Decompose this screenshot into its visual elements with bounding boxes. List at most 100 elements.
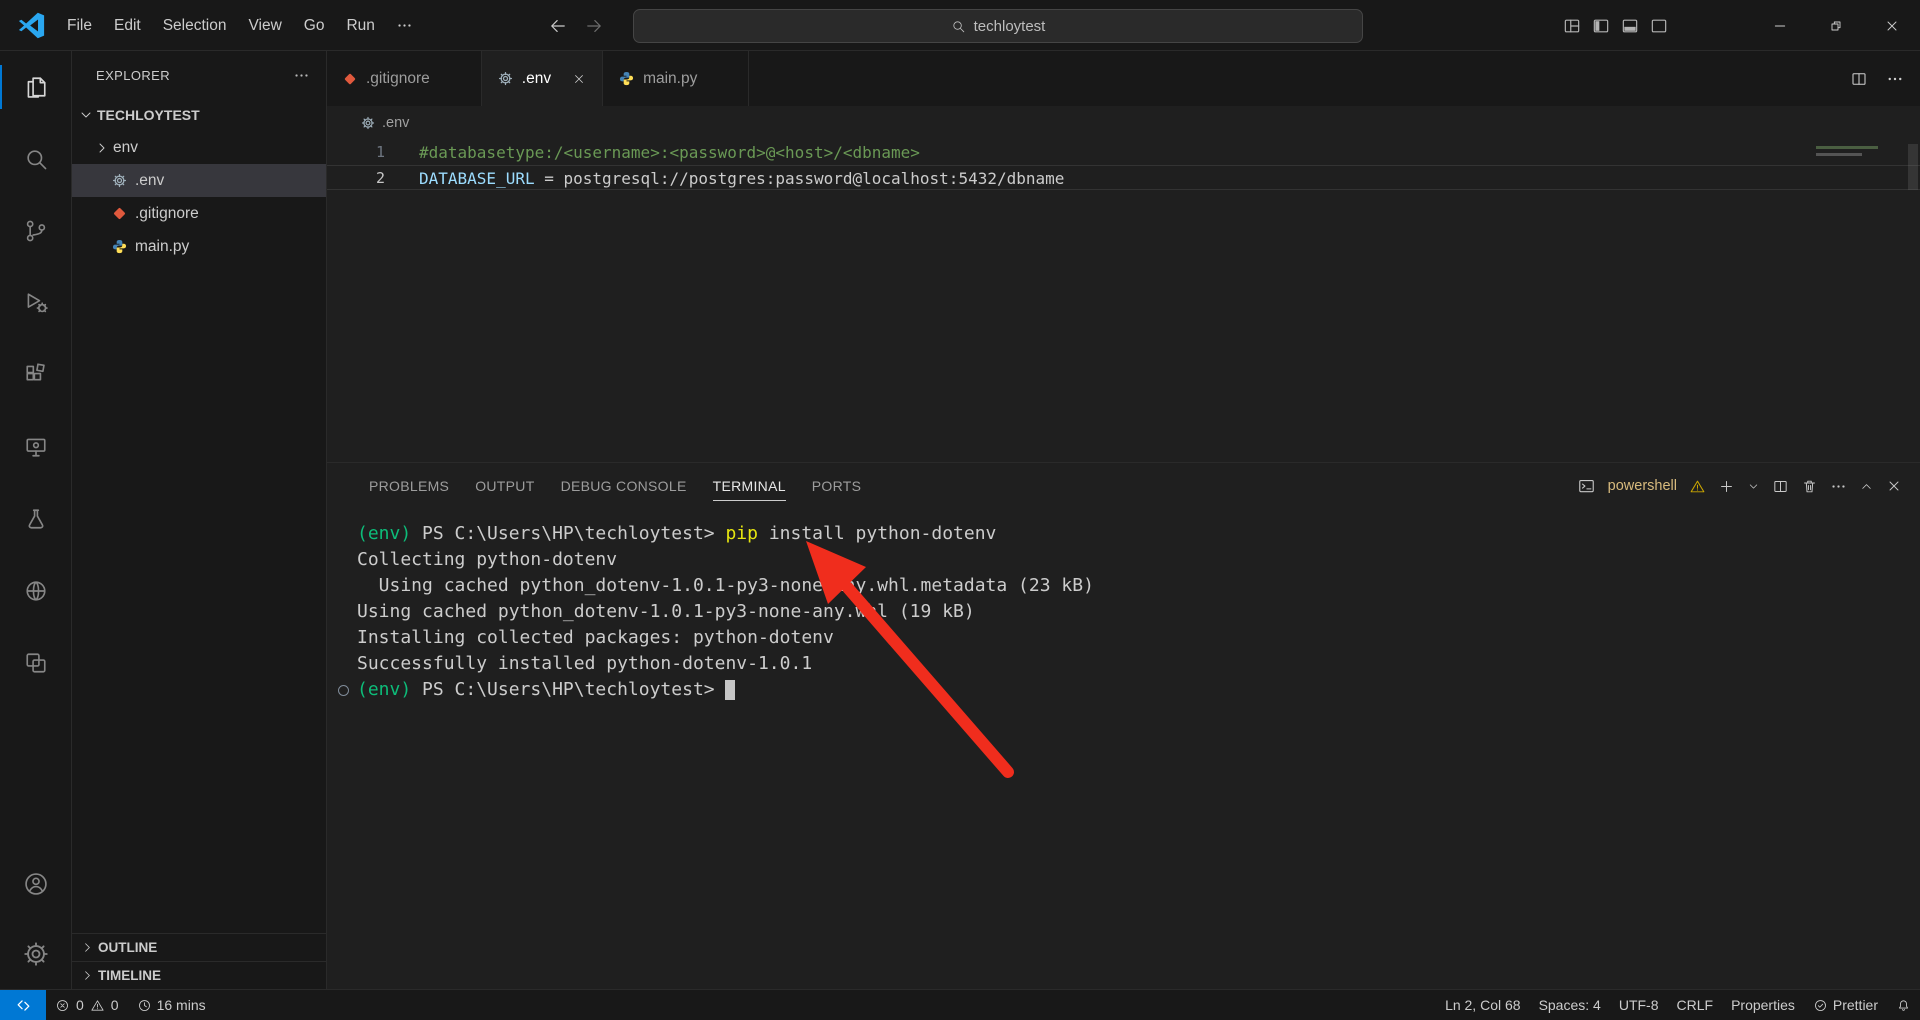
shell-label[interactable]: powershell xyxy=(1608,478,1677,494)
panel-tab-problems[interactable]: PROBLEMS xyxy=(356,463,462,509)
activity-bar xyxy=(0,51,72,989)
formatter-status[interactable]: Prettier xyxy=(1804,990,1887,1020)
split-terminal-icon[interactable] xyxy=(1772,478,1789,495)
editor-more-actions-icon[interactable] xyxy=(1886,70,1904,88)
breadcrumb-file: .env xyxy=(382,115,409,131)
python-file-icon xyxy=(112,239,127,254)
editor-area: .gitignore .env main.py .env 1# xyxy=(327,51,1920,989)
menu-item-file[interactable]: File xyxy=(56,9,103,43)
remote-explorer-icon[interactable] xyxy=(0,411,72,483)
accounts-icon[interactable] xyxy=(0,849,72,919)
close-panel-icon[interactable] xyxy=(1886,478,1902,494)
toggle-sidebar-icon[interactable] xyxy=(1591,16,1611,36)
file-label: .gitignore xyxy=(135,205,199,223)
menu-more-icon[interactable] xyxy=(386,9,423,43)
new-terminal-icon[interactable] xyxy=(1718,478,1735,495)
tab-label: main.py xyxy=(643,70,697,88)
explorer-more-actions-icon[interactable] xyxy=(293,67,310,84)
panel-tab-output[interactable]: OUTPUT xyxy=(462,463,547,509)
file-label: .env xyxy=(135,172,164,190)
terminal-shell-icon xyxy=(1577,477,1596,496)
encoding-status[interactable]: UTF-8 xyxy=(1610,990,1668,1020)
explorer-icon[interactable] xyxy=(0,51,72,123)
warning-icon xyxy=(90,998,105,1013)
close-tab-icon[interactable] xyxy=(572,72,586,86)
panel-header: PROBLEMS OUTPUT DEBUG CONSOLE TERMINAL P… xyxy=(327,463,1920,509)
search-text: techloytest xyxy=(974,18,1046,35)
terminal-line: Successfully installed python-dotenv-1.0… xyxy=(357,651,1920,677)
tab-label: .env xyxy=(522,70,551,88)
menu-item-edit[interactable]: Edit xyxy=(103,9,152,43)
forward-arrow-icon[interactable] xyxy=(584,16,604,36)
terminal-line: (env) PS C:\Users\HP\techloytest> pip in… xyxy=(357,521,1920,547)
kill-terminal-icon[interactable] xyxy=(1801,478,1818,495)
duration-label: 16 mins xyxy=(157,997,206,1013)
code-editor[interactable]: 1#databasetype:/<username>:<password>@<h… xyxy=(327,140,1920,462)
panel: PROBLEMS OUTPUT DEBUG CONSOLE TERMINAL P… xyxy=(327,462,1920,989)
editor-scrollbar[interactable] xyxy=(1908,144,1918,190)
tab-gitignore[interactable]: .gitignore xyxy=(327,51,482,106)
command-center-search[interactable]: techloytest xyxy=(633,9,1363,43)
tab-main-py[interactable]: main.py xyxy=(603,51,749,106)
shell-warning-icon[interactable] xyxy=(1689,478,1706,495)
code-text: DATABASE_URL = postgresql://postgres:pas… xyxy=(385,166,1064,189)
duration-status[interactable]: 16 mins xyxy=(128,990,215,1020)
terminal-line: Using cached python_dotenv-1.0.1-py3-non… xyxy=(357,599,1920,625)
customize-layout-icon[interactable] xyxy=(1562,16,1582,36)
split-editor-icon[interactable] xyxy=(1850,70,1868,88)
cursor-position[interactable]: Ln 2, Col 68 xyxy=(1436,990,1530,1020)
language-mode[interactable]: Properties xyxy=(1722,990,1804,1020)
testing-icon[interactable] xyxy=(0,483,72,555)
toggle-secondary-sidebar-icon[interactable] xyxy=(1649,16,1669,36)
globe-icon[interactable] xyxy=(0,555,72,627)
menu-item-view[interactable]: View xyxy=(237,9,292,43)
minimize-button[interactable] xyxy=(1752,0,1808,51)
tree-item-gitignore[interactable]: .gitignore xyxy=(72,197,326,230)
tree-item-env-file[interactable]: .env xyxy=(72,164,326,197)
tree-item-main-py[interactable]: main.py xyxy=(72,230,326,263)
chevron-down-icon xyxy=(78,107,94,123)
code-line[interactable]: 1#databasetype:/<username>:<password>@<h… xyxy=(327,140,1920,165)
eol-status[interactable]: CRLF xyxy=(1668,990,1723,1020)
history-icon xyxy=(137,998,152,1013)
code-line[interactable]: 2DATABASE_URL = postgresql://postgres:pa… xyxy=(327,165,1920,190)
panel-tab-ports[interactable]: PORTS xyxy=(799,463,874,509)
problems-status[interactable]: 0 0 xyxy=(46,990,128,1020)
source-control-icon[interactable] xyxy=(0,195,72,267)
back-arrow-icon[interactable] xyxy=(548,16,568,36)
outline-section[interactable]: OUTLINE xyxy=(72,933,326,961)
run-debug-icon[interactable] xyxy=(0,267,72,339)
terminal-output[interactable]: (env) PS C:\Users\HP\techloytest> pip in… xyxy=(327,509,1920,703)
extensions-icon[interactable] xyxy=(0,339,72,411)
terminal-line: Collecting python-dotenv xyxy=(357,547,1920,573)
breadcrumb[interactable]: .env xyxy=(327,106,1920,140)
close-window-button[interactable] xyxy=(1864,0,1920,51)
panel-more-actions-icon[interactable] xyxy=(1830,478,1847,495)
tab-env[interactable]: .env xyxy=(482,51,603,106)
minimap[interactable] xyxy=(1816,146,1902,156)
restore-button[interactable] xyxy=(1808,0,1864,51)
overlapping-windows-icon[interactable] xyxy=(0,627,72,699)
menu-item-selection[interactable]: Selection xyxy=(152,9,238,43)
line-number: 2 xyxy=(327,166,385,189)
section-label: TIMELINE xyxy=(98,968,161,983)
error-count: 0 xyxy=(76,997,84,1013)
toggle-panel-icon[interactable] xyxy=(1620,16,1640,36)
git-file-icon xyxy=(112,206,127,221)
settings-gear-icon[interactable] xyxy=(0,919,72,989)
timeline-section[interactable]: TIMELINE xyxy=(72,961,326,989)
panel-tab-debug-console[interactable]: DEBUG CONSOLE xyxy=(548,463,700,509)
menu-item-go[interactable]: Go xyxy=(293,9,336,43)
panel-tab-terminal[interactable]: TERMINAL xyxy=(700,463,799,509)
menu-item-run[interactable]: Run xyxy=(335,9,385,43)
tree-item-env-folder[interactable]: env xyxy=(72,131,326,164)
maximize-panel-icon[interactable] xyxy=(1859,479,1874,494)
workspace-root[interactable]: TECHLOYTEST xyxy=(72,99,326,131)
notifications-bell[interactable] xyxy=(1887,990,1920,1020)
indentation-status[interactable]: Spaces: 4 xyxy=(1530,990,1610,1020)
sidebar-title: EXPLORER xyxy=(96,68,170,83)
search-sidebar-icon[interactable] xyxy=(0,123,72,195)
search-icon xyxy=(951,19,966,34)
remote-indicator[interactable] xyxy=(0,990,46,1020)
terminal-dropdown-icon[interactable] xyxy=(1747,480,1760,493)
